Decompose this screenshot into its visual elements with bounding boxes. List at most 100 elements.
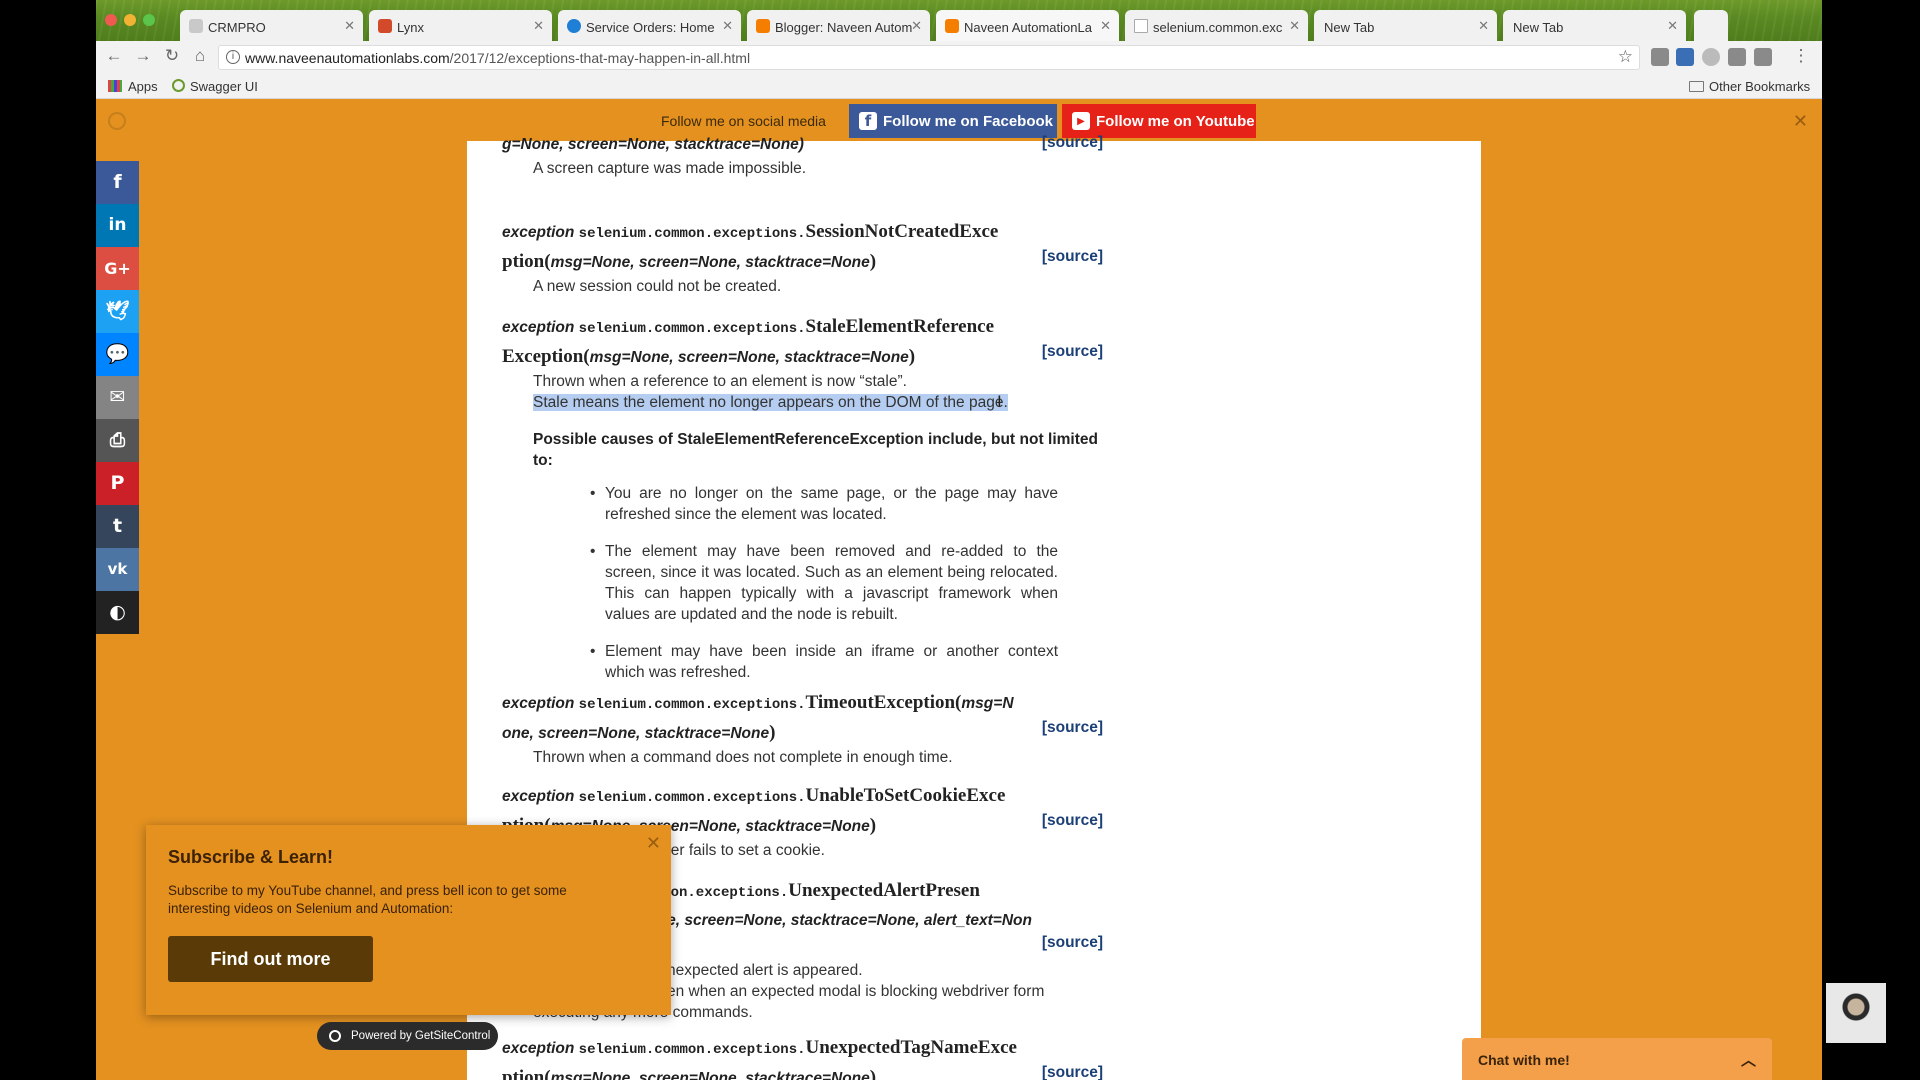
exception-unexpected-tag-name: exception selenium.common.exceptions.Une… xyxy=(502,1034,1103,1080)
source-link[interactable]: [source] xyxy=(1042,343,1103,361)
messenger-icon[interactable]: 💬 xyxy=(96,333,139,376)
folder-icon xyxy=(1689,81,1704,92)
exception-name: UnexpectedTagNameExce xyxy=(805,1037,1017,1058)
home-icon[interactable]: ⌂ xyxy=(189,46,211,66)
exception-signature: exception selenium.common.exceptions.Tim… xyxy=(502,689,1077,747)
tab-strip: CRMPRO ✕ Lynx ✕ Service Orders: Home ✕ B… xyxy=(96,0,1822,41)
apps-icon xyxy=(108,80,122,92)
tab-naveen-automationlabs[interactable]: Naveen AutomationLa ✕ xyxy=(936,10,1119,41)
close-tab-icon[interactable]: ✕ xyxy=(1100,18,1111,34)
tab-new-1[interactable]: New Tab ✕ xyxy=(1314,10,1497,41)
exception-description: ver fails to set a cookie. xyxy=(663,842,825,859)
email-icon[interactable]: ✉ xyxy=(96,376,139,419)
close-window-icon[interactable] xyxy=(105,14,117,26)
exception-timeout: exception selenium.common.exceptions.Tim… xyxy=(502,689,1103,768)
powered-by-badge[interactable]: Powered by GetSiteControl xyxy=(317,1022,498,1050)
tab-selenium-common[interactable]: selenium.common.exc ✕ xyxy=(1125,10,1308,41)
bookmark-other[interactable]: Other Bookmarks xyxy=(1709,79,1810,94)
print-icon[interactable]: ⎙ xyxy=(96,419,139,462)
info-icon[interactable]: i xyxy=(226,50,240,64)
getsitecontrol-icon[interactable]: ◐ xyxy=(96,591,139,634)
exception-params: g=None, screen=None, stacktrace=None) xyxy=(502,136,804,153)
minimize-window-icon[interactable] xyxy=(124,14,136,26)
tab-service-orders[interactable]: Service Orders: Home ✕ xyxy=(558,10,741,41)
bookmark-swagger[interactable]: Swagger UI xyxy=(190,79,258,94)
close-icon[interactable]: ✕ xyxy=(1793,111,1808,132)
google-plus-icon[interactable]: G+ xyxy=(96,247,139,290)
getsitecontrol-icon xyxy=(329,1030,341,1042)
source-link[interactable]: [source] xyxy=(1042,134,1103,152)
source-link[interactable]: [source] xyxy=(1042,1064,1103,1080)
extension-icon[interactable] xyxy=(1702,48,1720,66)
extension-icon[interactable] xyxy=(1651,48,1669,66)
causes-heading: Possible causes of StaleElementReference… xyxy=(533,431,1098,469)
getsitecontrol-icon xyxy=(108,112,126,130)
tab-label: Naveen AutomationLa xyxy=(964,20,1092,35)
address-bar[interactable]: i www.naveenautomationlabs.com/2017/12/e… xyxy=(218,45,1640,70)
bookmark-star-icon[interactable]: ☆ xyxy=(1618,47,1633,67)
salesforce-favicon-icon xyxy=(567,19,581,33)
exception-paren: ) xyxy=(769,722,776,743)
extension-icon[interactable] xyxy=(1676,48,1694,66)
exception-params-cont: one, screen=None, stacktrace=None xyxy=(502,725,770,742)
exception-paren: ) xyxy=(869,251,877,272)
close-tab-icon[interactable]: ✕ xyxy=(722,18,733,34)
exception-module: selenium.common.exceptions. xyxy=(578,697,806,713)
close-tab-icon[interactable]: ✕ xyxy=(911,18,922,34)
facebook-icon[interactable]: f xyxy=(96,161,139,204)
exception-description: nexpected alert is appeared. xyxy=(667,962,863,979)
share-sidebar: f in G+ 🕊 💬 ✉ ⎙ P t vk ◐ xyxy=(96,161,139,634)
source-link[interactable]: [source] xyxy=(1042,719,1103,737)
close-tab-icon[interactable]: ✕ xyxy=(344,18,355,34)
list-item: You are no longer on the same page, or t… xyxy=(590,483,1058,525)
bookmark-apps[interactable]: Apps xyxy=(128,79,158,94)
exception-description: en when an expected modal is blocking we… xyxy=(667,983,1045,1000)
bookmarks-bar: Apps Swagger UI Other Bookmarks xyxy=(96,73,1822,99)
exception-name: UnableToSetCookieExce xyxy=(805,785,1006,806)
new-tab-button[interactable] xyxy=(1694,10,1728,41)
exception-session-not-created: exception selenium.common.exceptions.Ses… xyxy=(502,218,1103,297)
close-tab-icon[interactable]: ✕ xyxy=(1667,18,1678,34)
tab-blogger[interactable]: Blogger: Naveen Autom ✕ xyxy=(747,10,930,41)
blogger-favicon-icon xyxy=(945,19,959,33)
close-tab-icon[interactable]: ✕ xyxy=(1478,18,1489,34)
exception-paren: ) xyxy=(908,346,916,367)
chat-widget[interactable]: Chat with me! ︿ xyxy=(1462,1038,1772,1080)
source-link[interactable]: [source] xyxy=(1042,248,1103,266)
exception-name: UnexpectedAlertPresen xyxy=(788,880,980,901)
tab-lynx[interactable]: Lynx ✕ xyxy=(369,10,552,41)
exception-description: Thrown when a reference to an element is… xyxy=(533,373,907,390)
find-out-more-button[interactable]: Find out more xyxy=(168,936,373,982)
exception-keyword: exception xyxy=(502,788,575,805)
browser-toolbar: ← → ↻ ⌂ i www.naveenautomationlabs.com/2… xyxy=(96,41,1822,73)
vk-icon[interactable]: vk xyxy=(96,548,139,591)
close-tab-icon[interactable]: ✕ xyxy=(533,18,544,34)
source-link[interactable]: [source] xyxy=(1042,934,1103,952)
tab-new-2[interactable]: New Tab ✕ xyxy=(1503,10,1686,41)
exception-name-cont: ption( xyxy=(502,251,551,272)
exception-name: TimeoutException( xyxy=(805,692,962,713)
maximize-window-icon[interactable] xyxy=(143,14,155,26)
menu-kebab-icon[interactable]: ⋮ xyxy=(1790,46,1812,66)
extension-icon[interactable] xyxy=(1728,48,1746,66)
exception-paren: ) xyxy=(869,1067,877,1080)
close-icon[interactable]: ✕ xyxy=(646,833,661,854)
extension-icon[interactable] xyxy=(1754,48,1772,66)
twitter-icon[interactable]: 🕊 xyxy=(96,290,139,333)
exception-paren: ) xyxy=(869,815,877,836)
social-message: Follow me on social media xyxy=(661,113,826,129)
chevron-up-icon[interactable]: ︿ xyxy=(1741,1049,1756,1070)
pinterest-icon[interactable]: P xyxy=(96,462,139,505)
linkedin-icon[interactable]: in xyxy=(96,204,139,247)
close-tab-icon[interactable]: ✕ xyxy=(1289,18,1300,34)
tab-label: New Tab xyxy=(1513,20,1564,35)
exception-signature: exception selenium.common.exceptions.Sta… xyxy=(502,313,1077,371)
exception-stale-element-reference: exception selenium.common.exceptions.Sta… xyxy=(502,313,1103,683)
source-link[interactable]: [source] xyxy=(1042,812,1103,830)
reload-icon[interactable]: ↻ xyxy=(161,46,183,66)
forward-icon[interactable]: → xyxy=(132,46,154,66)
tumblr-icon[interactable]: t xyxy=(96,505,139,548)
popup-title: Subscribe & Learn! xyxy=(168,847,334,867)
back-icon[interactable]: ← xyxy=(103,46,125,66)
tab-crmpro[interactable]: CRMPRO ✕ xyxy=(180,10,363,41)
